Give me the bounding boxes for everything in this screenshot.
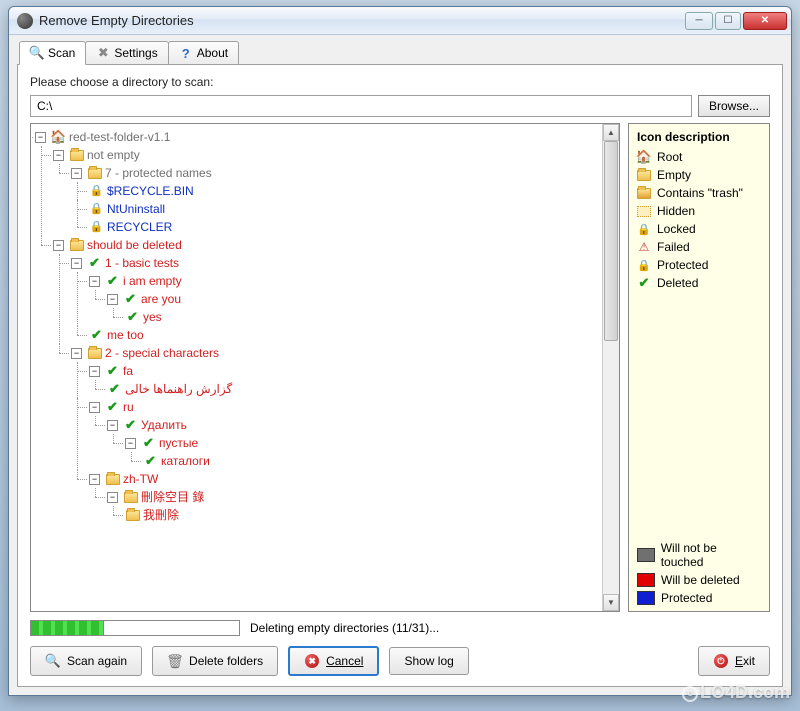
exit-button[interactable]: ⏻Exit bbox=[698, 646, 770, 676]
expander[interactable]: − bbox=[89, 366, 100, 377]
expander[interactable]: − bbox=[89, 276, 100, 287]
watermark: cLO4D.com bbox=[682, 682, 790, 703]
expander[interactable]: − bbox=[107, 420, 118, 431]
folder-icon bbox=[87, 346, 102, 360]
scroll-down-button[interactable]: ▼ bbox=[603, 594, 619, 611]
cancel-icon: ✖ bbox=[304, 653, 320, 669]
check-icon: ✔ bbox=[637, 276, 651, 290]
app-icon bbox=[17, 13, 33, 29]
path-input[interactable] bbox=[30, 95, 692, 117]
trash-folder-icon bbox=[637, 186, 651, 200]
check-icon: ✔ bbox=[107, 382, 122, 396]
home-icon: 🏠 bbox=[637, 150, 651, 164]
titlebar[interactable]: Remove Empty Directories ─ ☐ ✕ bbox=[9, 7, 791, 35]
lock-icon: 🔒 bbox=[89, 184, 104, 198]
folder-icon bbox=[69, 238, 84, 252]
legend-panel: Icon description 🏠Root Empty Contains "t… bbox=[628, 123, 770, 612]
check-icon: ✔ bbox=[125, 310, 140, 324]
lock-icon: 🔒 bbox=[637, 258, 651, 272]
folder-icon bbox=[123, 490, 138, 504]
expander[interactable]: − bbox=[53, 150, 64, 161]
lock-icon: 🔒 bbox=[89, 202, 104, 216]
hidden-folder-icon bbox=[637, 204, 651, 218]
search-icon: 🔍 bbox=[30, 46, 44, 60]
check-icon: ✔ bbox=[123, 292, 138, 306]
check-icon: ✔ bbox=[105, 274, 120, 288]
expander[interactable]: − bbox=[71, 168, 82, 179]
settings-icon: ✖ bbox=[96, 46, 110, 60]
close-button[interactable]: ✕ bbox=[743, 12, 787, 30]
folder-icon bbox=[87, 166, 102, 180]
folder-icon bbox=[125, 508, 140, 522]
tab-panel-scan: Please choose a directory to scan: Brows… bbox=[17, 64, 783, 687]
check-icon: ✔ bbox=[123, 418, 138, 432]
directory-tree[interactable]: −🏠red-test-folder-v1.1 −not empty −7 - p… bbox=[30, 123, 620, 612]
folder-icon bbox=[637, 168, 651, 182]
tab-bar: 🔍 Scan ✖ Settings ? About bbox=[17, 41, 783, 65]
cancel-button[interactable]: ✖Cancel bbox=[288, 646, 379, 676]
color-swatch-blue bbox=[637, 591, 655, 605]
tab-settings[interactable]: ✖ Settings bbox=[85, 41, 168, 65]
expander[interactable]: − bbox=[35, 132, 46, 143]
check-icon: ✔ bbox=[105, 364, 120, 378]
tab-scan[interactable]: 🔍 Scan bbox=[19, 41, 86, 65]
maximize-button[interactable]: ☐ bbox=[715, 12, 741, 30]
client-area: 🔍 Scan ✖ Settings ? About Please choose … bbox=[9, 35, 791, 695]
check-icon: ✔ bbox=[87, 256, 102, 270]
help-icon: ? bbox=[179, 46, 193, 60]
scroll-up-button[interactable]: ▲ bbox=[603, 124, 619, 141]
window-title: Remove Empty Directories bbox=[39, 13, 685, 28]
warning-icon: ⚠ bbox=[637, 240, 651, 254]
lock-icon: 🔒 bbox=[637, 222, 651, 236]
lock-icon: 🔒 bbox=[89, 220, 104, 234]
expander[interactable]: − bbox=[107, 294, 118, 305]
scan-again-button[interactable]: 🔍Scan again bbox=[30, 646, 142, 676]
expander[interactable]: − bbox=[125, 438, 136, 449]
expander[interactable]: − bbox=[107, 492, 118, 503]
expander[interactable]: − bbox=[89, 402, 100, 413]
tab-about[interactable]: ? About bbox=[168, 41, 239, 65]
search-icon: 🔍 bbox=[45, 653, 61, 669]
progress-text: Deleting empty directories (11/31)... bbox=[250, 621, 439, 635]
browse-button[interactable]: Browse... bbox=[698, 95, 770, 117]
expander[interactable]: − bbox=[71, 258, 82, 269]
trash-icon: 🗑 bbox=[167, 653, 183, 669]
delete-folders-button[interactable]: 🗑Delete folders bbox=[152, 646, 278, 676]
expander[interactable]: − bbox=[71, 348, 82, 359]
progress-bar bbox=[30, 620, 240, 636]
power-icon: ⏻ bbox=[713, 653, 729, 669]
folder-icon bbox=[105, 472, 120, 486]
expander[interactable]: − bbox=[89, 474, 100, 485]
home-icon: 🏠 bbox=[51, 130, 66, 144]
check-icon: ✔ bbox=[141, 436, 156, 450]
prompt-label: Please choose a directory to scan: bbox=[30, 75, 770, 89]
expander[interactable]: − bbox=[53, 240, 64, 251]
app-window: Remove Empty Directories ─ ☐ ✕ 🔍 Scan ✖ … bbox=[8, 6, 792, 696]
scroll-thumb[interactable] bbox=[604, 141, 618, 341]
legend-title: Icon description bbox=[637, 130, 761, 144]
color-swatch-gray bbox=[637, 548, 655, 562]
check-icon: ✔ bbox=[143, 454, 158, 468]
minimize-button[interactable]: ─ bbox=[685, 12, 713, 30]
check-icon: ✔ bbox=[89, 328, 104, 342]
tree-scrollbar[interactable]: ▲ ▼ bbox=[602, 124, 619, 611]
folder-icon bbox=[69, 148, 84, 162]
color-swatch-red bbox=[637, 573, 655, 587]
show-log-button[interactable]: Show log bbox=[389, 647, 468, 675]
check-icon: ✔ bbox=[105, 400, 120, 414]
